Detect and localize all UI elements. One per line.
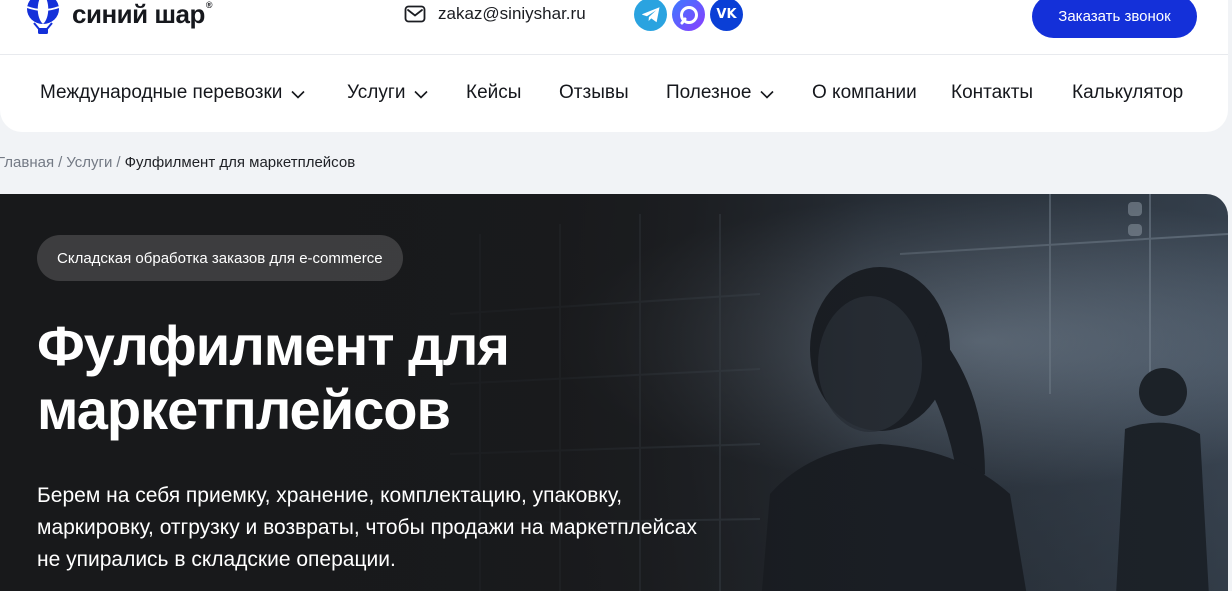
nav-label: Отзывы <box>559 82 629 103</box>
balloon-logo-icon <box>26 0 60 34</box>
nav-item-international-shipping[interactable]: Международные перевозки <box>40 82 305 104</box>
nav-label: Калькулятор <box>1072 82 1184 103</box>
telegram-link[interactable] <box>634 0 667 31</box>
nav-label: О компании <box>812 82 917 103</box>
nav-item-useful[interactable]: Полезное <box>666 82 774 104</box>
hero-title-line: Фулфилмент для <box>37 314 510 377</box>
max-messenger-link[interactable] <box>672 0 705 31</box>
breadcrumb-home[interactable]: Главная <box>0 154 54 171</box>
breadcrumb: Главная / Услуги / Фулфилмент для маркетплей… <box>0 154 355 171</box>
social-links: VK <box>634 0 743 31</box>
header-topbar: синий шар® zakaz@siniyshar.ru VK Заказат… <box>0 0 1228 38</box>
nav-item-cases[interactable]: Кейсы <box>466 82 521 104</box>
chevron-down-icon <box>291 90 305 99</box>
nav-item-contacts[interactable]: Контакты <box>951 82 1033 104</box>
chevron-down-icon <box>760 90 774 99</box>
chevron-down-icon <box>414 90 429 99</box>
nav-label: Полезное <box>666 82 752 103</box>
nav-label: Кейсы <box>466 82 522 103</box>
email-text: zakaz@siniyshar.ru <box>438 4 586 23</box>
email-link[interactable]: zakaz@siniyshar.ru <box>404 4 586 24</box>
site-header: синий шар® zakaz@siniyshar.ru VK Заказат… <box>0 0 1228 132</box>
max-messenger-icon <box>679 5 698 24</box>
breadcrumb-current: Фулфилмент для маркетплейсов <box>124 154 356 171</box>
nav-label: Контакты <box>951 82 1034 103</box>
nav-item-services[interactable]: Услуги <box>347 82 429 104</box>
hero-description-line: Берем на себя приемку, хранение, комплек… <box>37 484 623 507</box>
envelope-icon <box>404 5 426 23</box>
breadcrumb-separator: / <box>58 154 63 171</box>
vk-icon: VK <box>716 7 737 22</box>
nav-label: Услуги <box>347 82 406 103</box>
logo-text: синий шар® <box>72 0 213 29</box>
header-divider <box>0 54 1228 55</box>
main-nav: Международные перевозки Услуги Кейсы Отз… <box>0 72 1228 112</box>
breadcrumb-services[interactable]: Услуги <box>66 154 112 171</box>
hero-description-line: маркировку, отгрузку и возвраты, чтобы п… <box>37 516 697 539</box>
hero-badge: Складская обработка заказов для e-commer… <box>37 235 403 281</box>
hero-description: Берем на себя приемку, хранение, комплек… <box>37 480 777 576</box>
hero-title-line: маркетплейсов <box>37 378 451 441</box>
order-call-button[interactable]: Заказать звонок <box>1032 0 1197 38</box>
nav-item-calculator[interactable]: Калькулятор <box>1072 82 1183 104</box>
nav-item-about[interactable]: О компании <box>812 82 917 104</box>
hero-title: Фулфилмент для маркетплейсов <box>37 314 637 442</box>
telegram-icon <box>641 6 659 22</box>
logo[interactable]: синий шар® <box>24 0 213 34</box>
hero-banner: Складская обработка заказов для e-commer… <box>0 194 1228 591</box>
vk-link[interactable]: VK <box>710 0 743 31</box>
nav-item-reviews[interactable]: Отзывы <box>559 82 629 104</box>
breadcrumb-separator: / <box>116 154 121 171</box>
nav-label: Международные перевозки <box>40 82 283 103</box>
hero-description-line: не упирались в складские операции. <box>37 548 396 571</box>
